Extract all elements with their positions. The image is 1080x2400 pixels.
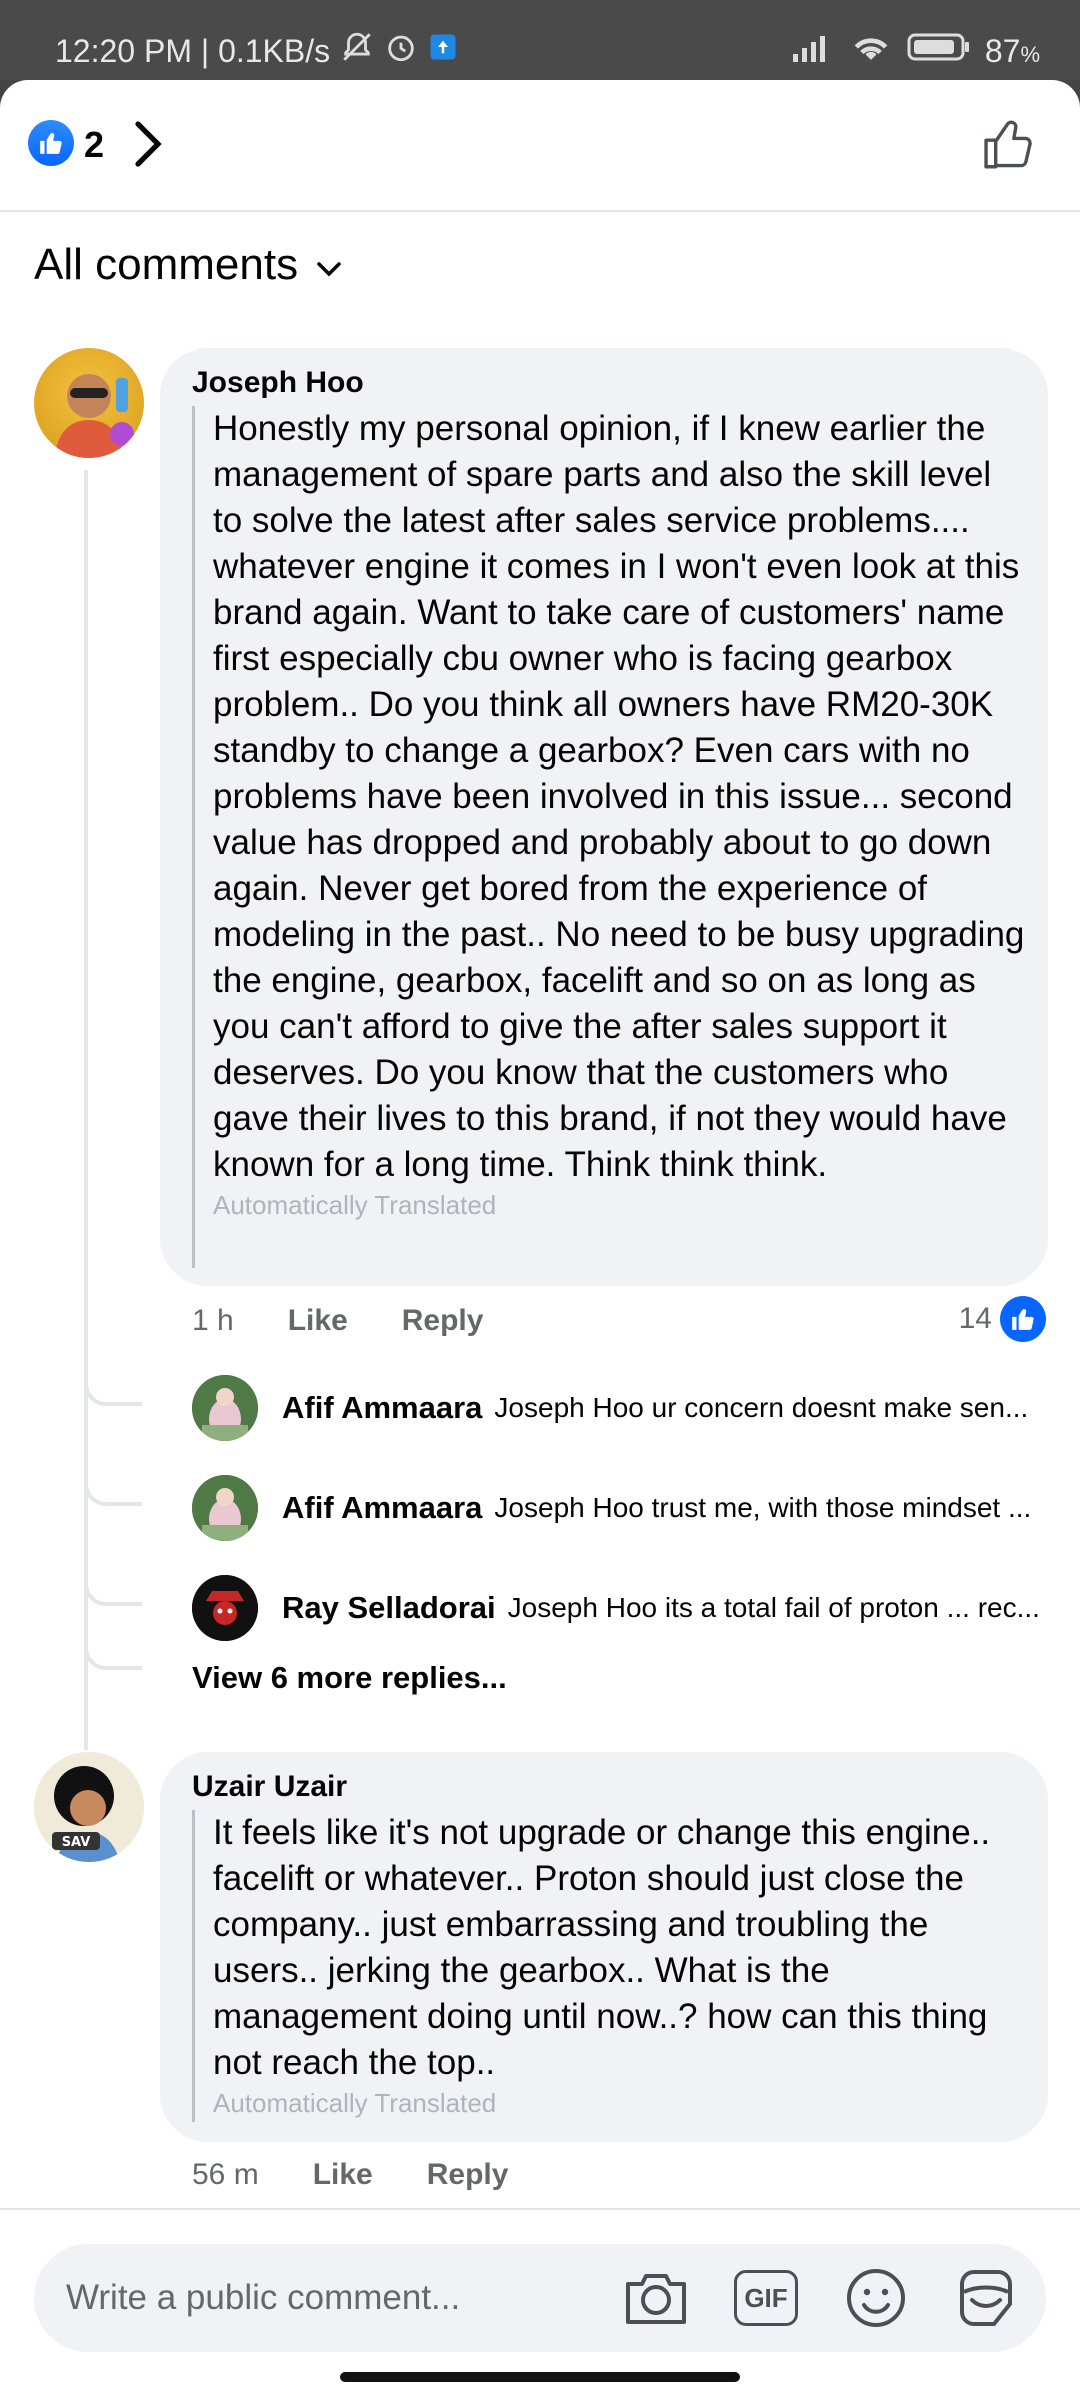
wifi-icon [849,30,893,72]
avatar[interactable] [192,1575,258,1641]
comment-input[interactable] [66,2268,586,2328]
avatar[interactable] [192,1475,258,1541]
like-count[interactable]: 2 [84,124,104,166]
translation-note[interactable]: Automatically Translated [213,2088,1026,2119]
thread-connector [84,1476,142,1506]
reply-row[interactable]: Afif Ammaara Joseph Hoo trust me, with t… [192,1475,1052,1541]
emoji-icon[interactable] [840,2262,912,2334]
reaction-count: 14 [958,1302,992,1335]
thread-connector [84,1576,142,1606]
avatar[interactable]: SAV [34,1752,144,1862]
gif-label: GIF [734,2270,798,2326]
comment-author[interactable]: Uzair Uzair [192,1770,347,1804]
mute-icon [340,30,374,72]
alarm-icon [384,30,418,72]
comment-like-button[interactable]: Like [313,2158,373,2192]
camera-icon[interactable] [620,2262,692,2334]
reply-row[interactable]: Ray Selladorai Joseph Hoo its a total fa… [192,1575,1052,1641]
translated-quote: It feels like it's not upgrade or change… [192,1810,1026,2122]
comment-actions: 1 h Like Reply [192,1304,483,1338]
comment-reply-button[interactable]: Reply [402,1304,484,1338]
gif-icon[interactable]: GIF [730,2262,802,2334]
comment-text: It feels like it's not upgrade or change… [213,1813,991,2082]
sticker-icon[interactable] [950,2262,1022,2334]
like-reaction-icon [1000,1296,1046,1342]
comment-text: Honestly my personal opinion, if I knew … [213,409,1025,1184]
reply-author[interactable]: Afif Ammaara [282,1490,482,1526]
comment-filter-dropdown[interactable]: All comments [34,240,344,290]
like-reaction-icon[interactable] [28,120,74,166]
avatar[interactable] [192,1375,258,1441]
reply-row[interactable]: Afif Ammaara Joseph Hoo ur concern doesn… [192,1375,1052,1441]
comment-composer: GIF [34,2244,1046,2352]
reply-snippet: Joseph Hoo ur concern doesnt make sen... [494,1392,1029,1423]
status-bar: 12:20 PM | 0.1KB/s 87% [0,0,1080,80]
status-time-speed: 12:20 PM | 0.1KB/s [55,32,331,69]
reactions-bar: 2 [0,80,1080,212]
comment-author[interactable]: Joseph Hoo [192,366,364,400]
comments-sheet: 2 All comments Joseph Hoo Honestly my pe… [0,80,1080,2400]
chevron-down-icon [314,240,344,290]
reply-author[interactable]: Afif Ammaara [282,1390,482,1426]
thread-line [84,470,88,1750]
signal-icon [791,32,835,70]
translation-note[interactable]: Automatically Translated [213,1190,1026,1221]
like-post-button[interactable] [980,116,1038,179]
thread-connector [84,1376,142,1406]
reply-snippet: Joseph Hoo its a total fail of proton ..… [507,1592,1040,1623]
battery-icon [907,31,971,71]
chevron-right-icon[interactable] [130,118,166,175]
battery-percent: 87% [984,32,1040,69]
thread-connector [84,1640,142,1670]
svg-text:SAV: SAV [62,1835,91,1850]
filter-label: All comments [34,240,299,289]
comment-time: 1 h [192,1304,234,1337]
comment-like-button[interactable]: Like [288,1304,348,1338]
reply-snippet: Joseph Hoo trust me, with those mindset … [494,1492,1032,1523]
upload-notification-icon [428,32,458,70]
comment-time: 56 m [192,2158,259,2191]
view-more-replies-link[interactable]: View 6 more replies... [192,1660,507,1696]
comment-reply-button[interactable]: Reply [427,2158,509,2192]
home-indicator[interactable] [340,2372,740,2382]
comment-actions: 56 m Like Reply [192,2158,508,2192]
translated-quote: Honestly my personal opinion, if I knew … [192,406,1026,1268]
reply-author[interactable]: Ray Selladorai [282,1590,496,1626]
comment-reactions[interactable]: 14 [959,1296,1046,1342]
avatar[interactable] [34,348,144,458]
